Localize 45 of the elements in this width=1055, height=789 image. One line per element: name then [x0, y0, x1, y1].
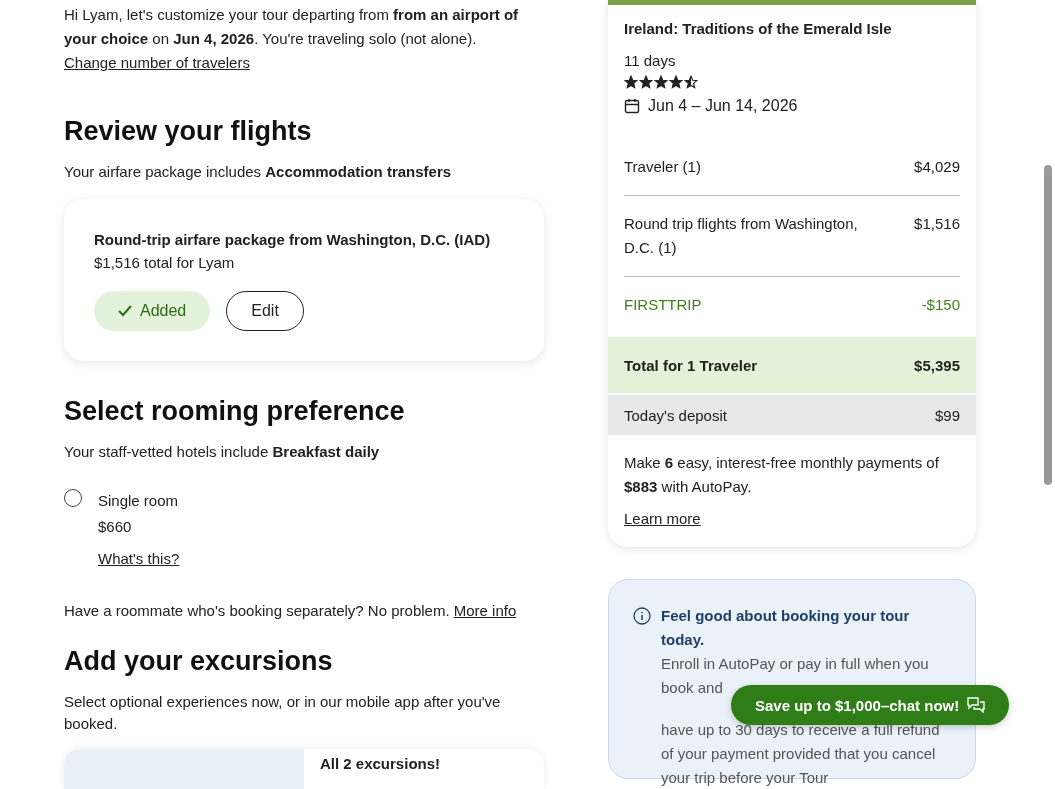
tour-dates: Jun 4 – Jun 14, 2026	[648, 97, 798, 115]
learn-more-link[interactable]: Learn more	[624, 507, 701, 531]
check-icon	[118, 305, 132, 317]
total-label: Total for 1 Traveler	[624, 356, 758, 374]
price-amount: $4,029	[914, 157, 960, 177]
deposit-label: Today's deposit	[624, 406, 727, 424]
star-icon	[669, 75, 683, 89]
price-amount: -$150	[921, 295, 960, 315]
star-icon	[624, 75, 638, 89]
price-label: Round trip flights from Washington, D.C. (1)	[624, 214, 859, 258]
info-title: Feel good about booking your tour today.	[661, 606, 911, 650]
change-travelers-link[interactable]: Change number of travelers	[64, 51, 250, 75]
price-label: FIRSTTRIP	[624, 295, 702, 315]
section-subtitle: Select optional experiences now, or in our mobile app after you've booked.	[64, 692, 502, 734]
total-amount: $5,395	[914, 356, 960, 374]
section-heading: Select rooming preference	[64, 395, 406, 427]
intro-text: Hi Lyam, let's customize your tour departing from from an airport of your choice on Jun 4, 2026. You're traveling solo (not alone).	[64, 5, 520, 49]
star-icon	[654, 75, 668, 89]
added-button[interactable]: Added	[94, 291, 211, 331]
tour-title: Ireland: Traditions of the Emerald Isle	[624, 19, 893, 39]
chat-button[interactable]: Save up to $1,000–chat now!	[731, 685, 1010, 725]
price-label: Traveler (1)	[624, 157, 701, 177]
price-amount: $1,516	[914, 214, 960, 234]
room-option-label: Single room	[98, 491, 180, 511]
roommate-text: Have a roommate who's booking separately? No problem. More info	[64, 601, 518, 621]
excursion-title: All 2 excursions!	[319, 754, 442, 774]
section-subtitle: Your airfare package includes Accommodation transfers	[64, 162, 453, 182]
star-icon	[684, 75, 698, 89]
star-icon	[639, 75, 653, 89]
chat-icon	[967, 697, 986, 713]
section-heading: Review your flights	[64, 115, 313, 147]
scrollbar-thumb[interactable]	[1044, 165, 1052, 485]
calendar-icon	[624, 98, 640, 114]
whats-this-link[interactable]: What's this?	[98, 547, 180, 571]
payment-text: Make 6 easy, interest-free monthly payments of $883 with AutoPay.	[623, 453, 940, 497]
more-info-link[interactable]: More info	[453, 602, 517, 619]
section-subtitle: Your staff-vetted hotels include Breakfast daily	[64, 442, 381, 462]
tour-duration: 11 days	[624, 51, 677, 71]
package-title: Round-trip airfare package from Washington, D.C. (IAD)	[94, 230, 492, 250]
edit-button[interactable]: Edit	[226, 291, 304, 331]
deposit-amount: $99	[934, 406, 960, 424]
package-price: $1,516 total for Lyam	[94, 253, 236, 273]
room-price: $660	[98, 517, 133, 537]
info-icon	[633, 607, 651, 625]
section-heading: Add your excursions	[64, 645, 334, 677]
